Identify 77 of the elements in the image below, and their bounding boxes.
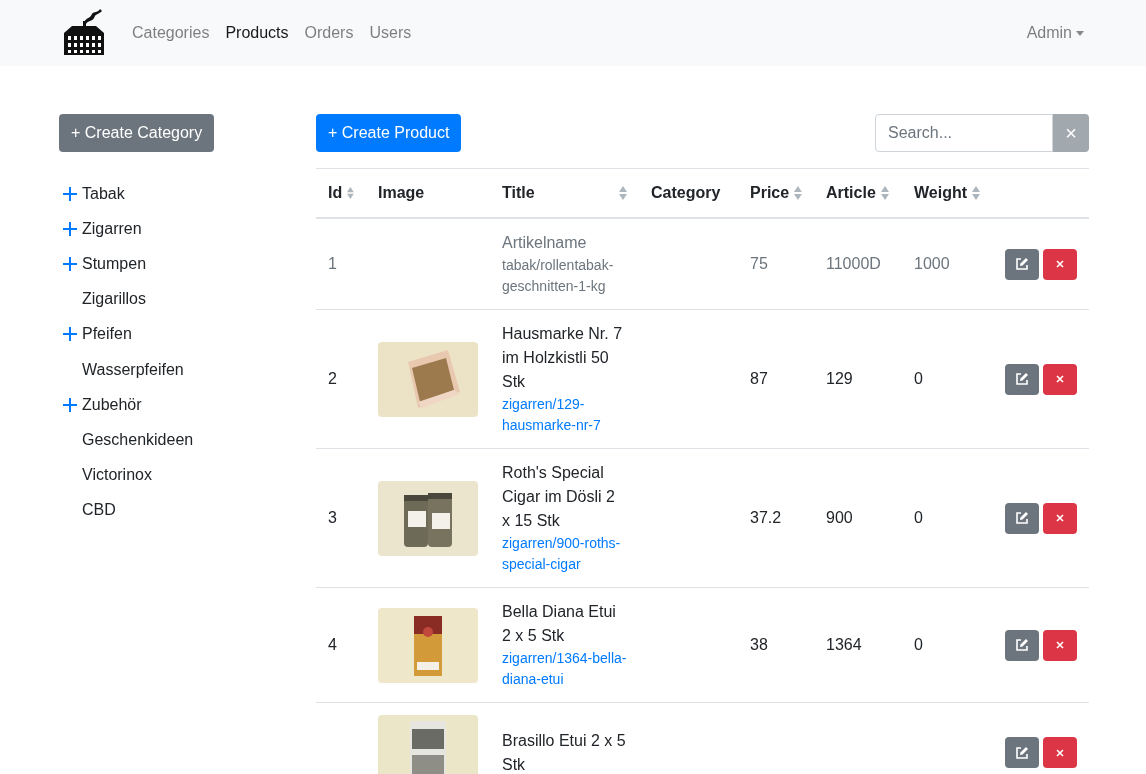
column-header[interactable]: Title: [502, 184, 535, 202]
category-item[interactable]: Geschenkideen: [59, 422, 227, 458]
nav-link[interactable]: Categories: [132, 24, 210, 42]
article-cell: 1364: [826, 636, 862, 653]
delete-button[interactable]: [1043, 629, 1077, 661]
plus-icon[interactable]: [63, 186, 77, 201]
sort-icon[interactable]: [619, 186, 627, 200]
nav-link[interactable]: Users: [369, 24, 412, 42]
sort-icon[interactable]: [347, 186, 354, 200]
edit-button[interactable]: [1005, 629, 1039, 661]
product-slug-link[interactable]: tabak/rollentabak-geschnitten-1-kg: [502, 255, 627, 297]
category-item[interactable]: Pfeifen: [59, 316, 227, 352]
id-cell: 2: [328, 370, 337, 387]
category-item[interactable]: CBD: [59, 492, 227, 528]
product-title: Artikelname: [502, 234, 587, 251]
category-item[interactable]: Tabak: [59, 176, 227, 212]
sort-icon[interactable]: [794, 186, 802, 200]
article-cell: 129: [826, 370, 853, 387]
id-cell: 3: [328, 509, 337, 526]
user-menu[interactable]: Admin: [1026, 24, 1084, 42]
edit-icon: [1015, 638, 1029, 652]
product-slug-link[interactable]: zigarren/129-hausmarke-nr-7: [502, 394, 627, 436]
edit-button[interactable]: [1005, 502, 1039, 534]
plus-icon[interactable]: [63, 221, 77, 236]
column-header[interactable]: Weight: [914, 184, 968, 202]
article-cell: 900: [826, 509, 853, 526]
weight-cell: 0: [914, 636, 923, 653]
plus-icon[interactable]: [63, 327, 77, 342]
price-cell: 75: [750, 255, 768, 272]
weight-cell: 0: [914, 370, 923, 387]
delete-button[interactable]: [1043, 737, 1077, 768]
delete-button[interactable]: [1043, 502, 1077, 534]
category-item[interactable]: Zigarren: [59, 211, 227, 247]
product-slug-link[interactable]: zigarren/900-roths-special-cigar: [502, 533, 627, 575]
price-cell: 87: [750, 370, 768, 387]
edit-button[interactable]: [1005, 248, 1039, 280]
create-product-button[interactable]: + Create Product: [316, 114, 462, 152]
nav-link[interactable]: Orders: [304, 24, 354, 42]
id-cell: 4: [328, 636, 337, 653]
category-item[interactable]: Victorinox: [59, 457, 227, 493]
column-header[interactable]: Article: [826, 184, 876, 202]
category-item[interactable]: Wasserpfeifen: [59, 351, 227, 388]
sort-icon[interactable]: [880, 186, 889, 200]
id-cell: 1: [328, 255, 337, 272]
category-item[interactable]: Zigarillos: [59, 281, 227, 317]
product-slug-link[interactable]: zigarren/1364-bella-diana-etui: [502, 648, 627, 690]
caret-icon: [1076, 30, 1084, 36]
delete-button[interactable]: [1043, 248, 1077, 280]
edit-button[interactable]: [1005, 737, 1039, 768]
edit-button[interactable]: [1005, 363, 1039, 395]
edit-icon: [1015, 745, 1029, 760]
edit-icon: [1015, 257, 1029, 271]
create-category-button[interactable]: + Create Category: [59, 114, 215, 152]
column-header[interactable]: Price: [750, 184, 790, 202]
weight-cell: 0: [914, 509, 923, 526]
product-title: Bella Diana Etui 2 x 5 Stk: [502, 603, 616, 644]
price-cell: 38: [750, 636, 768, 653]
plus-icon[interactable]: [63, 256, 77, 271]
column-header[interactable]: Id: [328, 184, 343, 202]
category-item[interactable]: Zubehör: [59, 387, 227, 423]
plus-icon[interactable]: [63, 397, 77, 412]
category-item[interactable]: Stumpen: [59, 246, 227, 282]
product-title: Hausmarke Nr. 7 im Holzkistli 50 Stk: [502, 325, 623, 390]
nav-link[interactable]: Products: [225, 24, 289, 42]
edit-icon: [1015, 372, 1029, 386]
weight-cell: 1000: [914, 255, 950, 272]
article-cell: 11000D: [826, 255, 881, 272]
search-field[interactable]: Search...: [875, 114, 1053, 152]
price-cell: 37.2: [750, 509, 782, 526]
column-header: Image: [378, 184, 425, 202]
product-title: Brasillo Etui 2 x 5 Stk: [502, 731, 626, 773]
product-title: Roth's Special Cigar im Dösli 2 x 15 Stk: [502, 464, 615, 529]
edit-icon: [1015, 511, 1029, 525]
sort-icon[interactable]: [972, 186, 981, 200]
factory-logo[interactable]: [62, 9, 106, 57]
column-header: Category: [651, 184, 721, 202]
delete-button[interactable]: [1043, 363, 1077, 395]
